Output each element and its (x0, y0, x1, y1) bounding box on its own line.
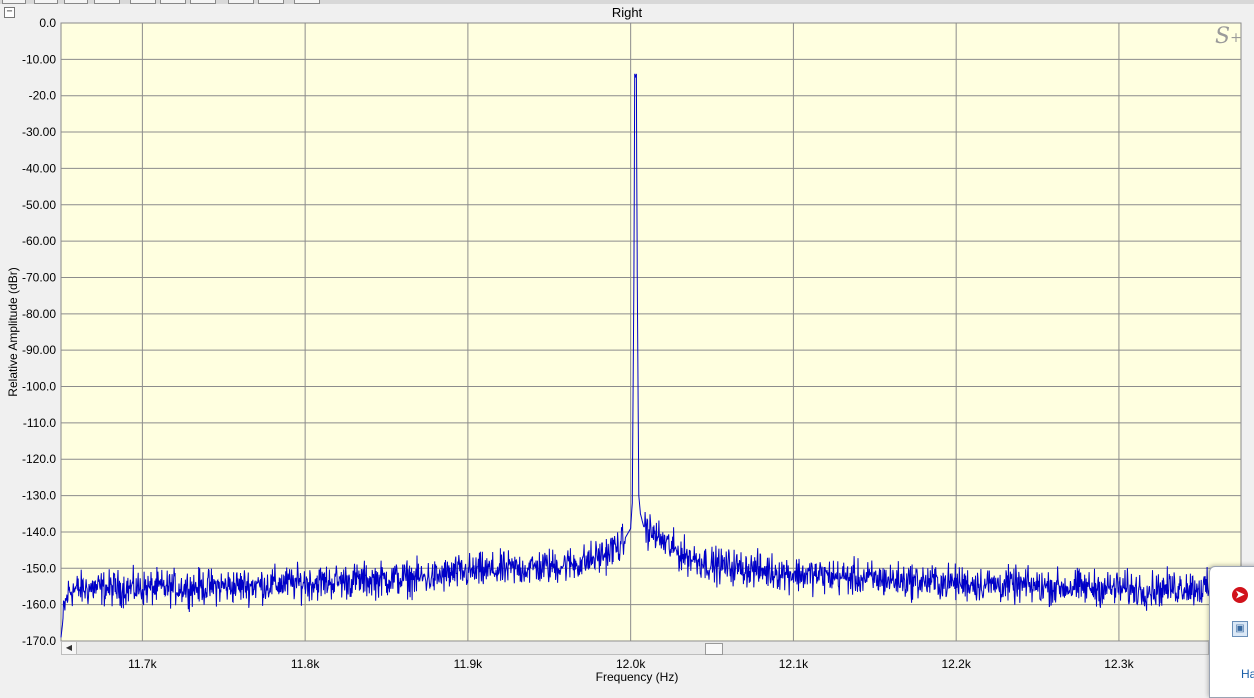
x-tick-label: 11.9k (454, 657, 483, 671)
y-tick-label: -110.0 (23, 416, 56, 430)
y-tick-label: -50.00 (22, 198, 56, 212)
app-window-icon[interactable]: ▣ (1232, 621, 1248, 637)
y-tick-label: -10.00 (22, 52, 56, 66)
y-tick-label: -90.00 (22, 343, 56, 357)
scroll-left-arrow-icon[interactable]: ◀ (62, 642, 77, 654)
y-tick-label: -140.0 (22, 525, 56, 539)
horizontal-scrollbar[interactable]: ◀ (61, 641, 1209, 655)
x-tick-label: 12.2k (941, 657, 971, 671)
popup-link[interactable]: Ha (1241, 667, 1254, 681)
x-tick-label: 12.0k (616, 657, 646, 671)
y-tick-label: -40.00 (22, 161, 56, 175)
red-arrow-icon[interactable]: ➤ (1232, 587, 1248, 603)
y-tick-label: 0.0 (39, 16, 56, 30)
y-tick-label: -30.00 (22, 125, 56, 139)
y-tick-label: -170.0 (22, 634, 56, 648)
x-axis-label: Frequency (Hz) (596, 670, 679, 684)
y-tick-label: -120.0 (22, 452, 56, 466)
y-tick-label: -20.0 (29, 89, 57, 103)
y-axis-ticks: 0.0 -10.00 -20.0 -30.00 -40.00 -50.00 -60.00 -7… (22, 16, 56, 648)
y-tick-label: -70.00 (22, 270, 56, 284)
spectrum-chart: 0.0 -10.00 -20.0 -30.00 -40.00 -50.00 -60.00 -7… (6, 16, 1242, 684)
x-tick-label: 12.1k (779, 657, 809, 671)
x-tick-label: 11.8k (291, 657, 320, 671)
y-tick-label: -60.00 (22, 234, 56, 248)
notification-popup[interactable]: ➤ ▣ Ha (1209, 566, 1254, 698)
y-axis-label: Relative Amplitude (dBr) (6, 267, 20, 396)
y-tick-label: -80.00 (22, 307, 56, 321)
x-tick-label: 12.3k (1104, 657, 1134, 671)
plot-area (60, 22, 1242, 642)
x-tick-label: 11.7k (128, 657, 157, 671)
y-tick-label: -150.0 (22, 561, 56, 575)
y-tick-label: -100.0 (22, 380, 56, 394)
scroll-thumb[interactable] (705, 643, 723, 655)
y-tick-label: -130.0 (22, 489, 56, 503)
x-axis-ticks: 11.7k 11.8k 11.9k 12.0k 12.1k 12.2k 12.3k (128, 657, 1134, 671)
y-tick-label: -160.0 (22, 598, 56, 612)
